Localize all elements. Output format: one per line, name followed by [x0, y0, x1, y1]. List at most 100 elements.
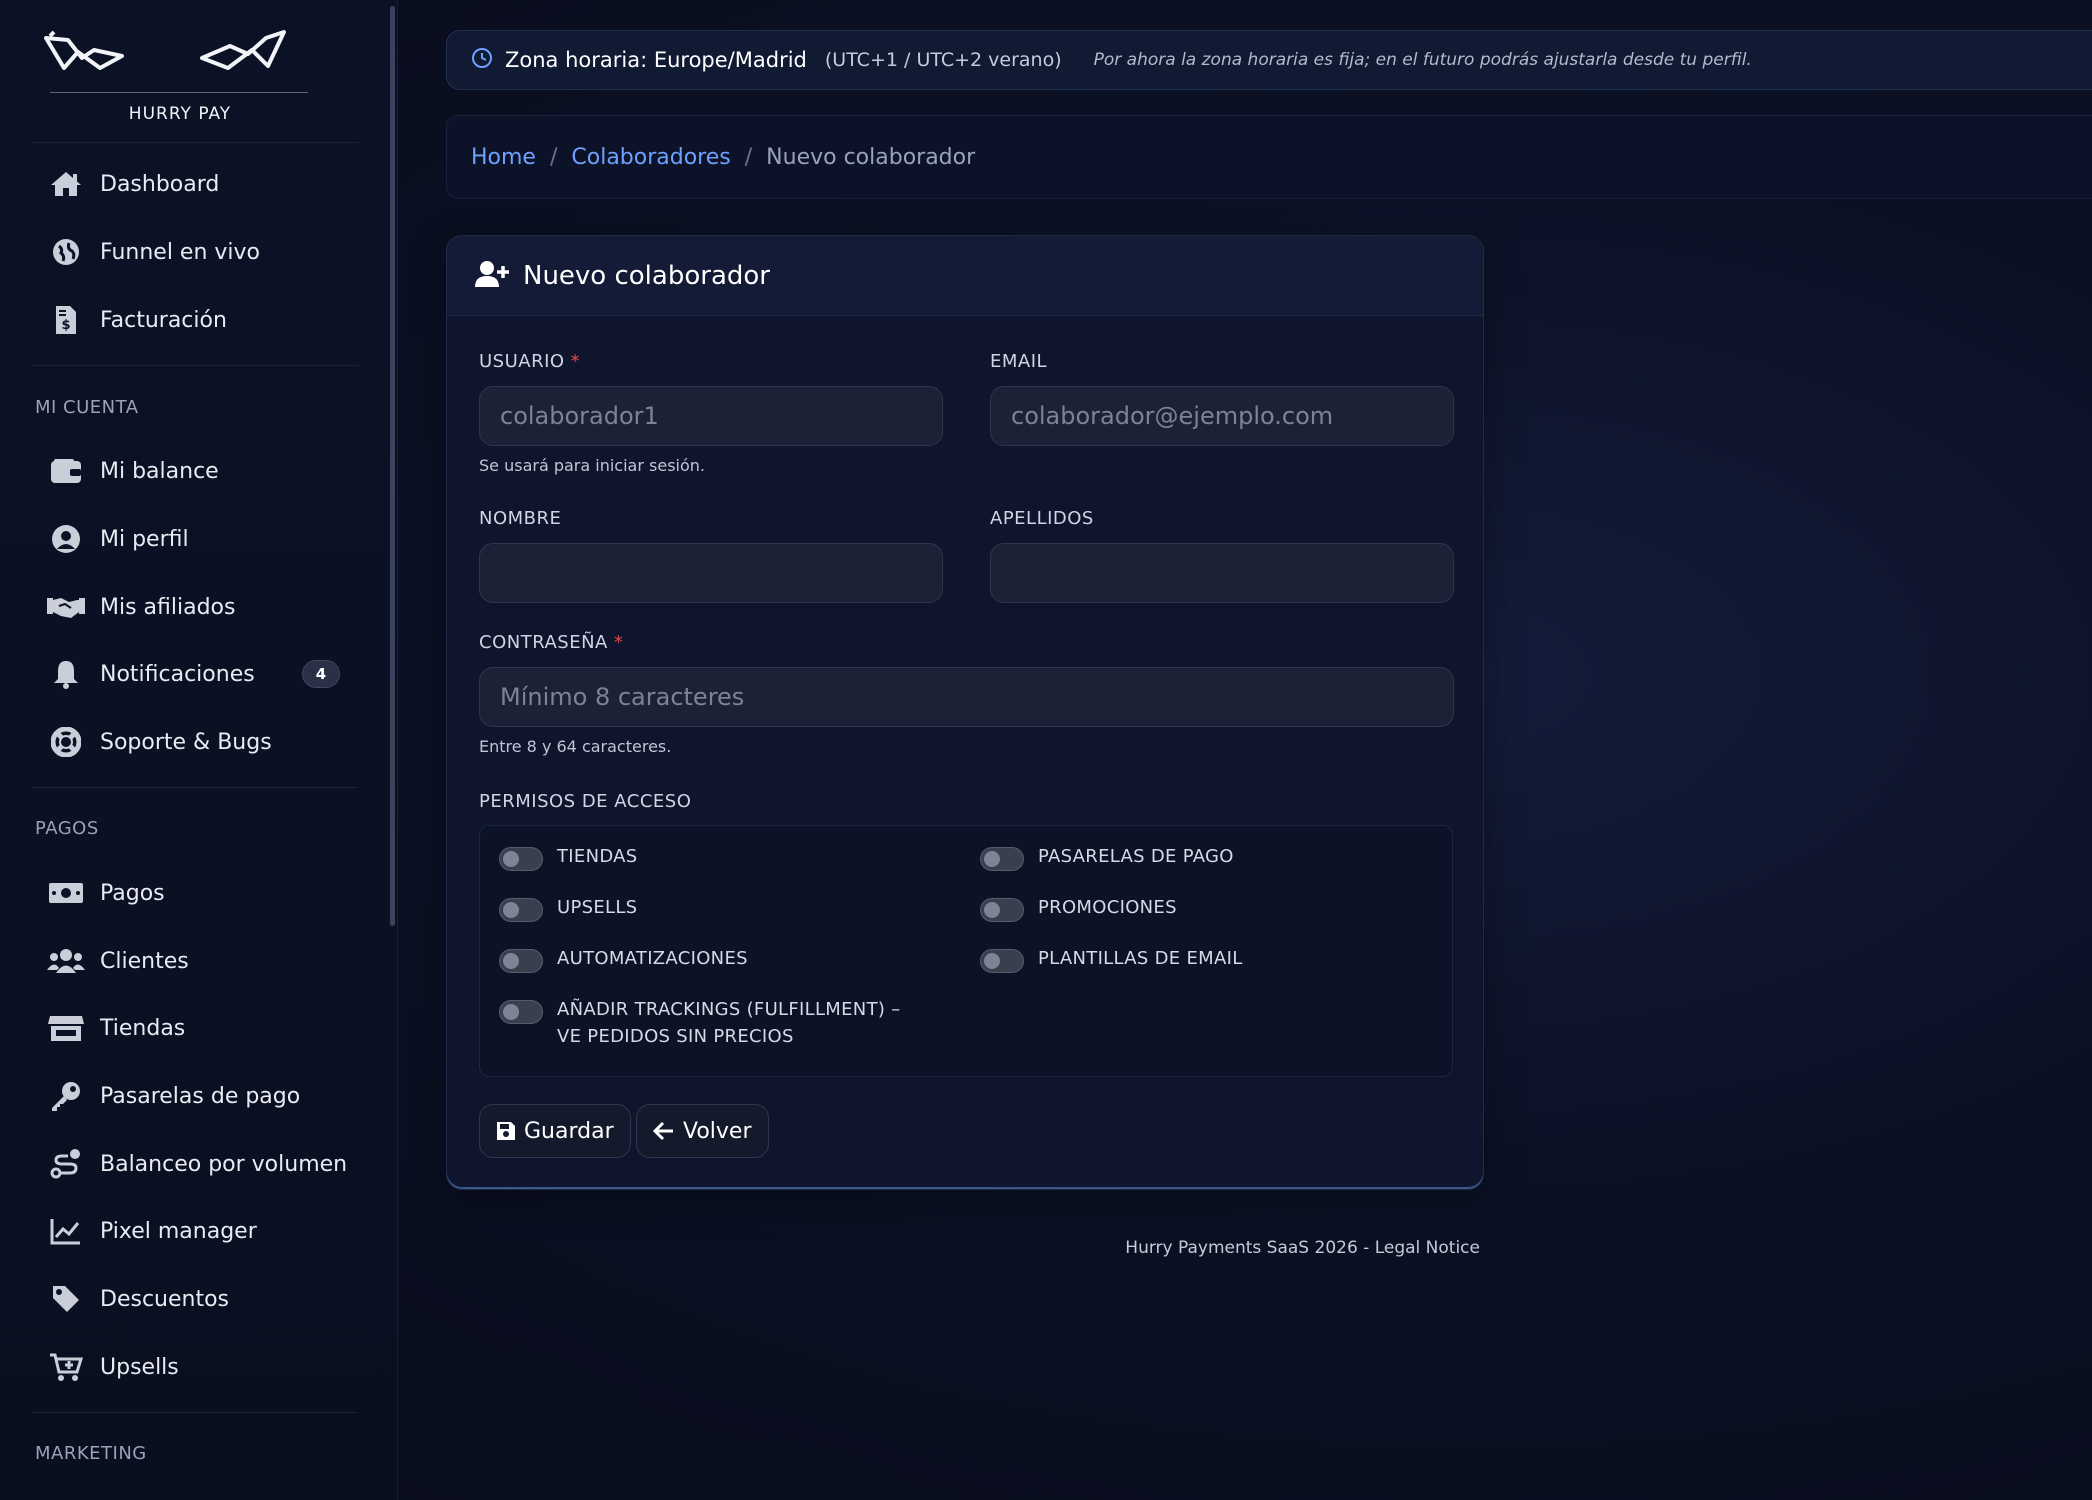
email-label: EMAIL — [990, 351, 1048, 372]
sidebar-item-soporte[interactable]: Soporte & Bugs — [32, 714, 362, 770]
sidebar-item-clientes[interactable]: Clientes — [32, 933, 362, 989]
sidebar-section-pagos: PAGOS — [35, 818, 99, 839]
permission-anadir-trackings[interactable]: AÑADIR TRACKINGS (FULFILLMENT) – VE PEDI… — [499, 996, 929, 1050]
user-circle-icon — [32, 511, 100, 567]
money-icon — [32, 865, 100, 921]
nombre-input[interactable] — [479, 543, 943, 603]
save-button-label: Guardar — [524, 1118, 614, 1144]
brand-name: HURRY PAY — [128, 104, 232, 124]
permission-plantillas-de-email[interactable]: PLANTILLAS DE EMAIL — [980, 945, 1243, 973]
timezone-title: Zona horaria: Europe/Madrid — [505, 48, 807, 72]
globe-icon — [32, 224, 100, 280]
lifebuoy-icon — [32, 714, 100, 770]
sidebar-item-mis-afiliados[interactable]: Mis afiliados — [32, 579, 362, 635]
floppy-disk-icon — [497, 1122, 515, 1140]
toggle-switch[interactable] — [499, 898, 543, 922]
toggle-switch[interactable] — [499, 949, 543, 973]
sidebar-item-funnel[interactable]: Funnel en vivo — [32, 224, 362, 280]
timezone-banner: Zona horaria: Europe/Madrid (UTC+1 / UTC… — [446, 30, 2092, 90]
sidebar-item-label: Dashboard — [100, 171, 220, 197]
sidebar-section-mi-cuenta: MI CUENTA — [35, 397, 139, 418]
password-input[interactable] — [479, 667, 1454, 727]
store-icon — [32, 1000, 100, 1056]
save-button[interactable]: Guardar — [479, 1104, 631, 1158]
permission-label: UPSELLS — [557, 897, 638, 918]
sidebar-item-label: Pixel manager — [100, 1218, 257, 1244]
permission-label: PLANTILLAS DE EMAIL — [1038, 948, 1243, 969]
apellidos-input[interactable] — [990, 543, 1454, 603]
sidebar-item-label: Mi perfil — [100, 526, 189, 552]
sidebar-item-pixel-manager[interactable]: Pixel manager — [32, 1203, 362, 1259]
permission-automatizaciones[interactable]: AUTOMATIZACIONES — [499, 945, 748, 973]
apellidos-label: APELLIDOS — [990, 508, 1094, 529]
new-collaborator-card: Nuevo colaborador USUARIO* Se usará para… — [446, 235, 1484, 1190]
back-button-label: Volver — [683, 1118, 752, 1144]
sidebar-item-tiendas[interactable]: Tiendas — [32, 1000, 362, 1056]
sidebar-divider — [32, 365, 358, 366]
chart-line-icon — [32, 1203, 100, 1259]
sidebar-divider — [32, 1412, 358, 1413]
clock-icon — [471, 47, 493, 73]
toggle-switch[interactable] — [499, 847, 543, 871]
permission-pasarelas-de-pago[interactable]: PASARELAS DE PAGO — [980, 843, 1234, 871]
route-icon — [32, 1136, 100, 1192]
breadcrumb-colaboradores[interactable]: Colaboradores — [571, 145, 730, 170]
sidebar-item-mi-balance[interactable]: Mi balance — [32, 443, 362, 499]
breadcrumb-separator: / — [549, 144, 558, 170]
sidebar-item-upsells[interactable]: Upsells — [32, 1339, 362, 1395]
permission-label: TIENDAS — [557, 846, 638, 867]
back-button[interactable]: Volver — [636, 1104, 769, 1158]
card-title: Nuevo colaborador — [523, 260, 770, 291]
sidebar-item-label: Upsells — [100, 1354, 179, 1380]
footer-text: Hurry Payments SaaS 2026 - Legal Notice — [1125, 1238, 1480, 1258]
sidebar-divider — [32, 142, 358, 143]
toggle-switch[interactable] — [980, 847, 1024, 871]
permission-upsells[interactable]: UPSELLS — [499, 894, 637, 922]
sidebar-item-label: Balanceo por volumen — [100, 1151, 348, 1177]
password-help: Entre 8 y 64 caracteres. — [479, 737, 672, 756]
sidebar-item-label: Clientes — [100, 948, 189, 974]
tag-icon — [32, 1271, 100, 1327]
permission-label: AUTOMATIZACIONES — [557, 948, 748, 969]
email-input[interactable] — [990, 386, 1454, 446]
sidebar-divider — [32, 787, 358, 788]
hurry-pay-logo-icon — [44, 30, 286, 70]
sidebar-item-label: Notificaciones — [100, 661, 255, 687]
permissions-panel: TIENDAS PASARELAS DE PAGO UPSELLS PROMOC… — [479, 825, 1453, 1077]
sidebar-item-pasarelas[interactable]: Pasarelas de pago — [32, 1068, 362, 1124]
sidebar-item-label: Mi balance — [100, 458, 219, 484]
brand-logo[interactable]: HURRY PAY — [36, 22, 308, 132]
sidebar-item-pagos[interactable]: Pagos — [32, 865, 362, 921]
cart-plus-icon — [32, 1339, 100, 1395]
required-marker: * — [613, 632, 624, 653]
permission-label: AÑADIR TRACKINGS (FULFILLMENT) – VE PEDI… — [557, 999, 901, 1047]
invoice-icon: $ — [32, 292, 100, 348]
sidebar-item-descuentos[interactable]: Descuentos — [32, 1271, 362, 1327]
usuario-input[interactable] — [479, 386, 943, 446]
breadcrumb: Home / Colaboradores / Nuevo colaborador — [446, 115, 2092, 199]
usuario-help: Se usará para iniciar sesión. — [479, 456, 705, 475]
user-plus-icon — [475, 260, 509, 292]
bell-icon — [32, 646, 100, 702]
card-header: Nuevo colaborador — [447, 236, 1483, 316]
sidebar-item-mi-perfil[interactable]: Mi perfil — [32, 511, 362, 567]
permission-promociones[interactable]: PROMOCIONES — [980, 894, 1177, 922]
usuario-label: USUARIO * — [479, 351, 580, 372]
permissions-label: PERMISOS DE ACCESO — [479, 791, 692, 812]
toggle-switch[interactable] — [980, 898, 1024, 922]
password-label: CONTRASEÑA * — [479, 632, 623, 653]
permission-tiendas[interactable]: TIENDAS — [499, 843, 638, 871]
breadcrumb-home[interactable]: Home — [471, 145, 536, 170]
handshake-icon — [32, 579, 100, 635]
sidebar-item-label: Soporte & Bugs — [100, 729, 272, 755]
sidebar-item-dashboard[interactable]: Dashboard — [32, 156, 362, 212]
toggle-switch[interactable] — [499, 1000, 543, 1024]
sidebar-section-marketing: MARKETING — [35, 1443, 147, 1464]
sidebar-item-notificaciones[interactable]: Notificaciones 4 — [32, 646, 362, 702]
sidebar-item-balanceo[interactable]: Balanceo por volumen — [32, 1136, 362, 1192]
sidebar-item-facturacion[interactable]: $ Facturación — [32, 292, 362, 348]
timezone-note: Por ahora la zona horaria es fija; en el… — [1093, 50, 1752, 70]
sidebar-item-label: Facturación — [100, 307, 227, 333]
toggle-switch[interactable] — [980, 949, 1024, 973]
sidebar-scrollbar[interactable] — [390, 6, 395, 926]
